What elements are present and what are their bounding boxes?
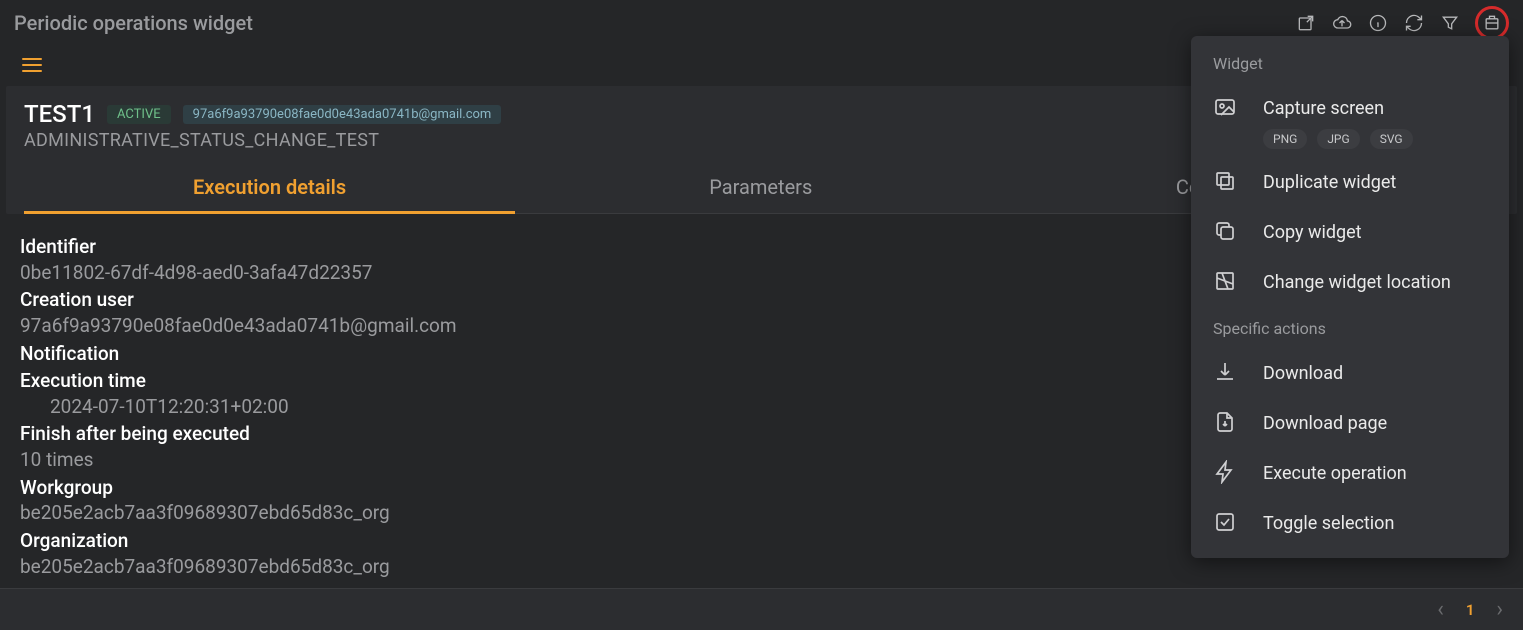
checkbox-icon	[1213, 510, 1239, 536]
chip-jpg[interactable]: JPG	[1317, 129, 1359, 149]
capture-format-chips: PNG JPG SVG	[1191, 129, 1509, 157]
menu-execute-operation[interactable]: Execute operation	[1191, 448, 1509, 498]
menu-section-widget: Widget	[1191, 54, 1509, 83]
cloud-upload-icon[interactable]	[1331, 12, 1353, 34]
chip-svg[interactable]: SVG	[1370, 129, 1413, 149]
chip-png[interactable]: PNG	[1263, 129, 1307, 149]
bolt-icon	[1213, 460, 1239, 486]
menu-change-location[interactable]: Change widget location	[1191, 257, 1509, 307]
copy-icon	[1213, 219, 1239, 245]
status-badge: ACTIVE	[107, 105, 171, 124]
menu-label: Download	[1263, 363, 1343, 384]
app-root: Periodic operations widget	[0, 0, 1523, 630]
next-page-button[interactable]: ›	[1496, 597, 1503, 622]
menu-section-specific: Specific actions	[1191, 307, 1509, 348]
prev-page-button[interactable]: ‹	[1437, 597, 1444, 622]
menu-label: Download page	[1263, 413, 1387, 434]
creator-email-badge: 97a6f9a93790e08fae0d0e43ada0741b@gmail.c…	[183, 105, 502, 124]
refresh-icon[interactable]	[1403, 12, 1425, 34]
list-view-icon[interactable]	[22, 58, 42, 72]
export-icon[interactable]	[1295, 12, 1317, 34]
menu-copy-widget[interactable]: Copy widget	[1191, 207, 1509, 257]
menu-capture-screen[interactable]: Capture screen	[1191, 83, 1509, 133]
info-icon[interactable]	[1367, 12, 1389, 34]
title-icon-group	[1295, 6, 1509, 40]
menu-label: Toggle selection	[1263, 513, 1394, 534]
menu-duplicate-widget[interactable]: Duplicate widget	[1191, 157, 1509, 207]
widget-context-menu: Widget Capture screen PNG JPG SVG Duplic…	[1191, 36, 1509, 558]
menu-label: Duplicate widget	[1263, 172, 1396, 193]
operation-name: TEST1	[24, 100, 95, 128]
menu-download[interactable]: Download	[1191, 348, 1509, 398]
menu-download-page[interactable]: Download page	[1191, 398, 1509, 448]
file-icon	[1213, 410, 1239, 436]
menu-label: Capture screen	[1263, 98, 1384, 119]
move-icon	[1213, 269, 1239, 295]
filter-icon[interactable]	[1439, 12, 1461, 34]
menu-label: Execute operation	[1263, 463, 1407, 484]
widget-menu-icon[interactable]	[1481, 12, 1503, 34]
menu-toggle-selection[interactable]: Toggle selection	[1191, 498, 1509, 548]
image-icon	[1213, 95, 1239, 121]
menu-label: Copy widget	[1263, 222, 1362, 243]
tab-execution-details[interactable]: Execution details	[24, 161, 515, 213]
menu-label: Change widget location	[1263, 272, 1451, 293]
current-page-number: 1	[1466, 601, 1475, 619]
widget-title: Periodic operations widget	[14, 11, 253, 35]
pagination-footer: ‹ 1 ›	[0, 588, 1523, 630]
tab-parameters[interactable]: Parameters	[515, 161, 1006, 213]
download-icon	[1213, 360, 1239, 386]
widget-menu-button-highlight	[1475, 6, 1509, 40]
duplicate-icon	[1213, 169, 1239, 195]
